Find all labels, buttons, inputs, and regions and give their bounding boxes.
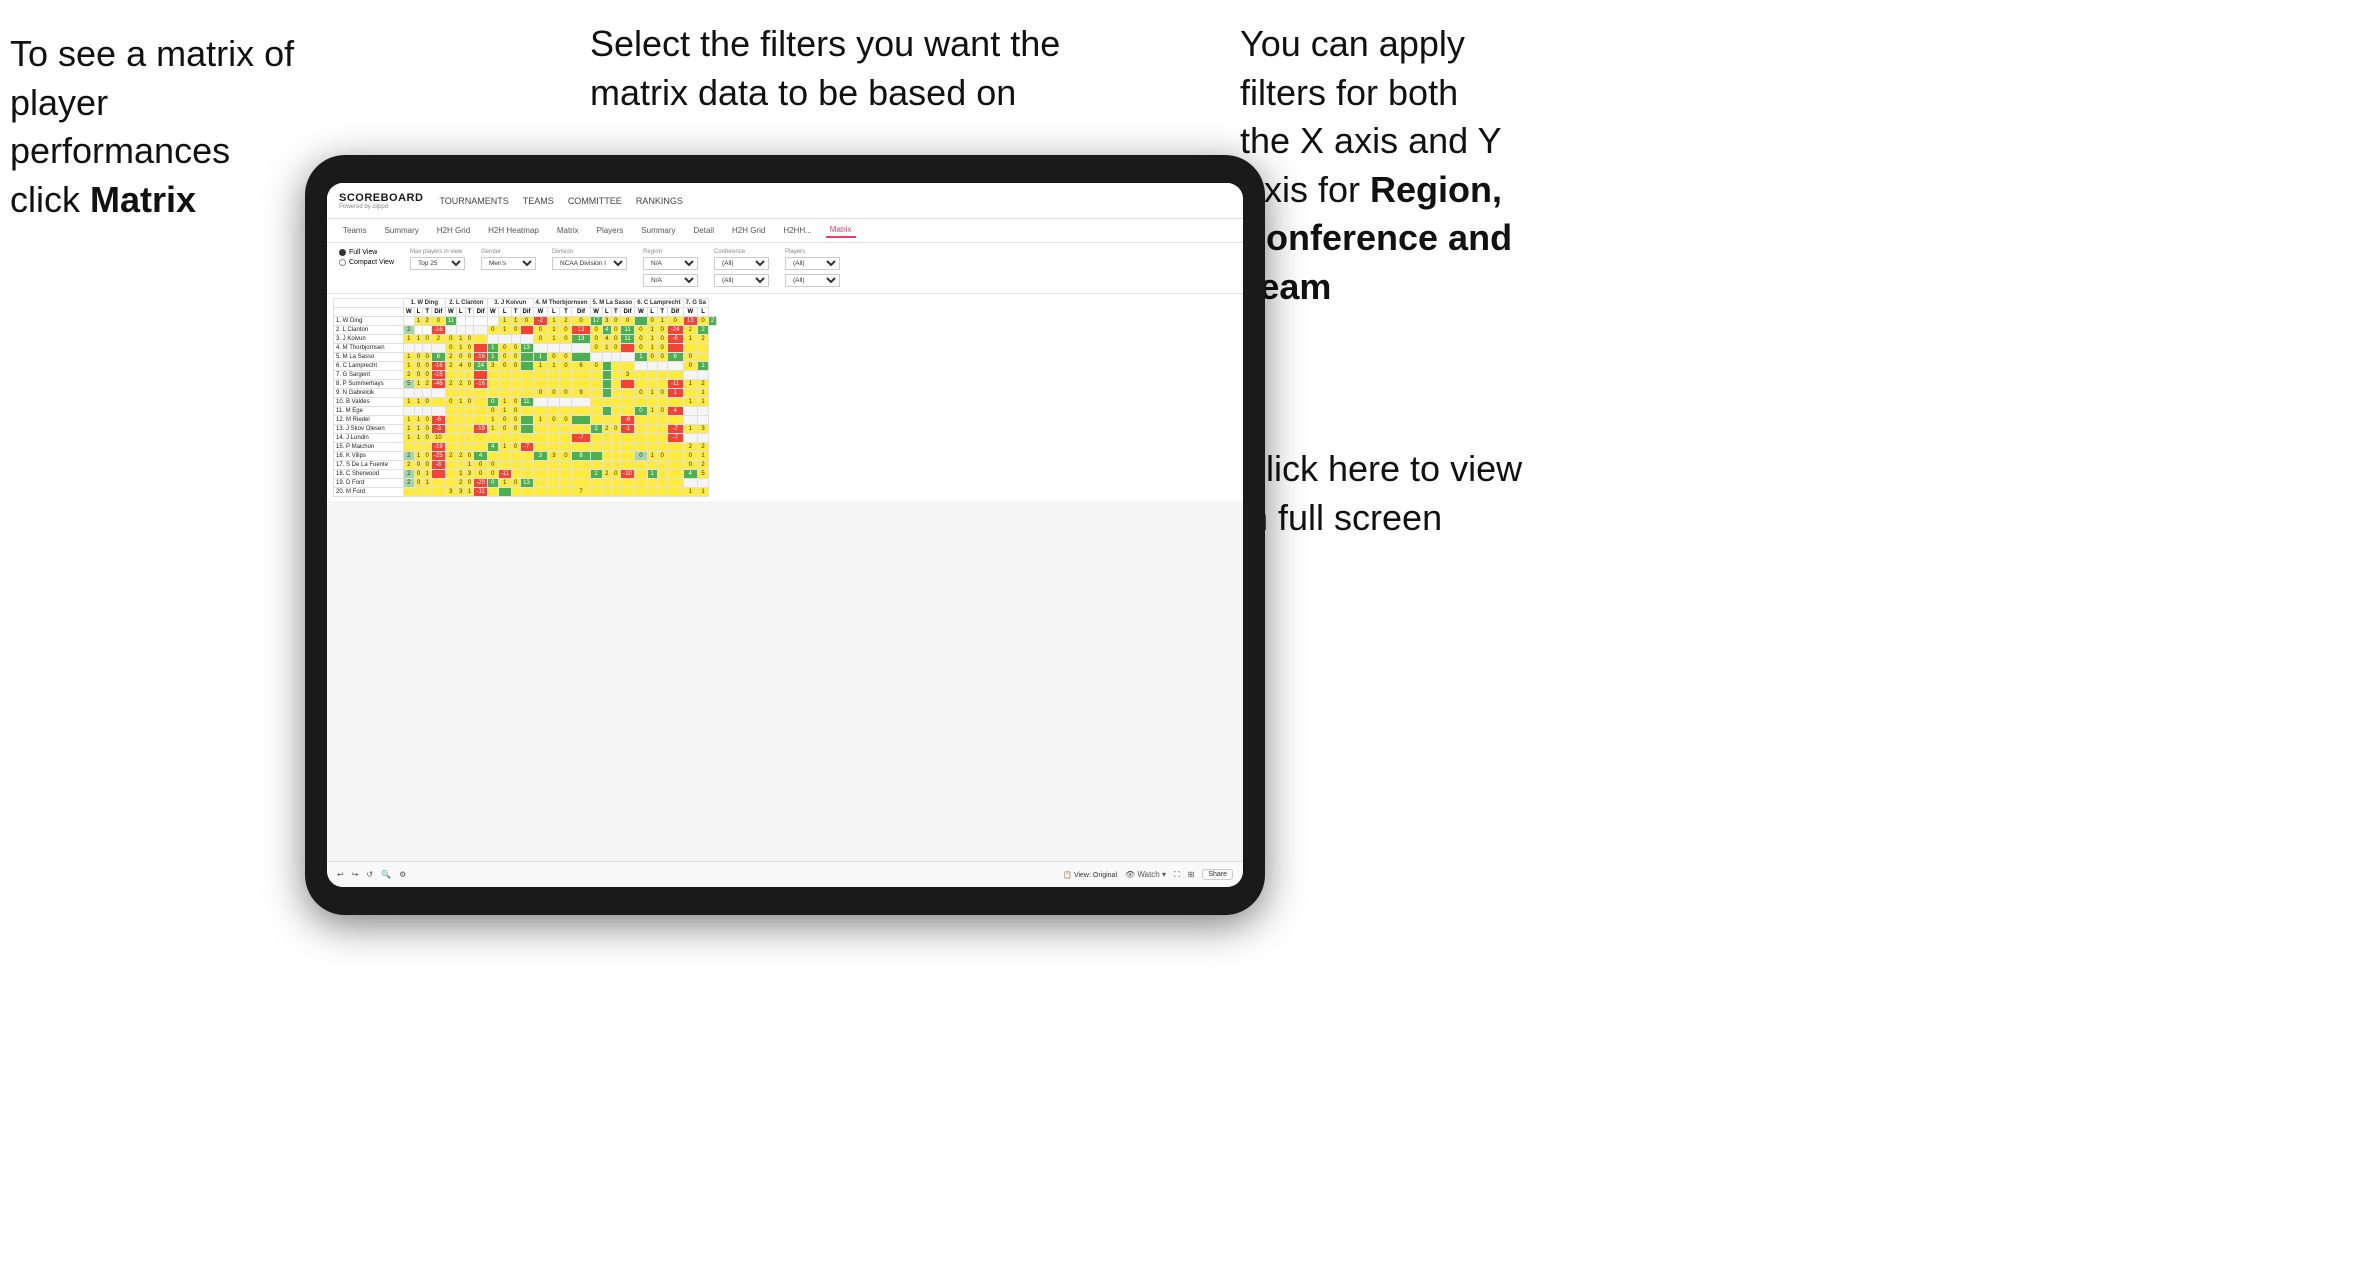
table-row: 19. D Ford20120-2001013 [334, 479, 717, 488]
col-header-7: 7. G Sa [683, 299, 708, 308]
subnav-summary[interactable]: Summary [381, 224, 423, 237]
compact-view-option[interactable]: Compact View [339, 259, 394, 266]
fullscreen-btn[interactable]: ⛶ [1174, 870, 1180, 880]
table-row: 9. N Gabrelcik000901011 [334, 389, 717, 398]
toolbar-search[interactable]: 🔍 [381, 870, 391, 879]
toolbar-undo[interactable]: ↩ [337, 870, 344, 879]
table-row: 17. S De La Fuente200-810002 [334, 461, 717, 470]
main-nav: TOURNAMENTS TEAMS COMMITTEE RANKINGS [439, 196, 682, 206]
region-filter: Region N/A N/A [643, 249, 698, 287]
annotation-topleft: To see a matrix of player performances c… [10, 30, 330, 224]
matrix-scroll[interactable]: 1. W Ding 2. L Clanton 3. J Koivun 4. M … [327, 294, 1243, 861]
table-row: 15. P Maichon-19410-722 [334, 443, 717, 452]
watch-btn[interactable]: 👁 Watch ▾ [1125, 870, 1166, 879]
table-row: 6. C Lamprecht100-16240243001106001 [334, 362, 717, 371]
col-header-3: 3. J Koivun [487, 299, 533, 308]
subnav-teams[interactable]: Teams [339, 224, 371, 237]
share-button[interactable]: Share [1202, 869, 1233, 880]
subnav-summary2[interactable]: Summary [637, 224, 679, 237]
compact-view-radio[interactable] [339, 259, 346, 266]
table-row: 13. J Skov Olesen110-3-19100220-1-713 [334, 425, 717, 434]
region-select[interactable]: N/A [643, 257, 698, 270]
toolbar-refresh[interactable]: ↺ [366, 870, 373, 879]
players-select[interactable]: (All) [785, 257, 840, 270]
division-select[interactable]: NCAA Division I [552, 257, 627, 270]
filter-bar: Full View Compact View Max players in vi… [327, 243, 1243, 294]
app-header: SCOREBOARD Powered by clippd TOURNAMENTS… [327, 183, 1243, 219]
col-header-4: 4. M Thorbjornsen [533, 299, 590, 308]
table-row: 1. W Ding12011110-2120173000101302 [334, 317, 717, 326]
col-header-2: 2. L Clanton [445, 299, 487, 308]
matrix-header-empty [334, 299, 404, 308]
annotation-bottomright: Click here to view in full screen [1240, 445, 1640, 542]
bottom-toolbar: ↩ ↪ ↺ 🔍 ⚙ 📋 View: Original 👁 Watch ▾ ⛶ ⊞… [327, 861, 1243, 887]
toolbar-redo[interactable]: ↪ [352, 870, 359, 879]
tablet-screen: SCOREBOARD Powered by clippd TOURNAMENTS… [327, 183, 1243, 887]
table-row: 10. B Valdes1100100101111 [334, 398, 717, 407]
nav-tournaments[interactable]: TOURNAMENTS [439, 196, 508, 206]
annotation-topcenter: Select the filters you want the matrix d… [590, 20, 1070, 117]
matrix-table: 1. W Ding 2. L Clanton 3. J Koivun 4. M … [333, 298, 717, 497]
matrix-subheader-empty [334, 308, 404, 317]
col-header-5: 5. M La Sasso [590, 299, 635, 308]
players-filter: Players (All) (All) [785, 249, 840, 287]
toolbar-settings[interactable]: ⚙ [399, 870, 406, 879]
subnav-matrix-active[interactable]: Matrix [826, 223, 856, 238]
table-row: 16. K Vilips210-252204330801001 [334, 452, 717, 461]
col-header-6: 6. C Lamprecht [635, 299, 683, 308]
gender-select[interactable]: Men's [481, 257, 536, 270]
region-select2[interactable]: N/A [643, 274, 698, 287]
view-group: Full View Compact View [339, 249, 394, 266]
nav-committee[interactable]: COMMITTEE [568, 196, 622, 206]
matrix-area: 1. W Ding 2. L Clanton 3. J Koivun 4. M … [327, 294, 1243, 501]
table-row: 20. M Ford331-11711 [334, 488, 717, 497]
table-row: 7. G Sargent200-153 [334, 371, 717, 380]
nav-rankings[interactable]: RANKINGS [636, 196, 683, 206]
annotation-topright: You can apply filters for both the X axi… [1240, 20, 1640, 312]
division-filter: Division NCAA Division I [552, 249, 627, 270]
full-view-option[interactable]: Full View [339, 249, 394, 256]
table-row: 2. L Clanton2-160100101304011010-2422 [334, 326, 717, 335]
view-original-label: 📋 View: Original [1063, 871, 1117, 879]
logo: SCOREBOARD Powered by clippd [339, 192, 423, 210]
subnav-matrix[interactable]: Matrix [553, 224, 583, 237]
expand-btn[interactable]: ⊞ [1188, 870, 1195, 879]
players-select2[interactable]: (All) [785, 274, 840, 287]
table-row: 11. M Ege0100104 [334, 407, 717, 416]
max-players-filter: Max players in view Top 25 [410, 249, 465, 270]
table-row: 12. M Riedel110-6100100-6 [334, 416, 717, 425]
full-view-radio[interactable] [339, 249, 346, 256]
sub-nav: Teams Summary H2H Grid H2H Heatmap Matri… [327, 219, 1243, 243]
table-row: 14. J Lundin11010-7-7 [334, 434, 717, 443]
conference-filter: Conference (All) (All) [714, 249, 769, 287]
max-players-select[interactable]: Top 25 [410, 257, 465, 270]
tablet-frame: SCOREBOARD Powered by clippd TOURNAMENTS… [305, 155, 1265, 915]
conference-select2[interactable]: (All) [714, 274, 769, 287]
table-row: 18. C Sherwood2011300-11220-10145 [334, 470, 717, 479]
table-row: 3. J Koivun11020100101304011010-612 [334, 335, 717, 344]
gender-filter: Gender Men's [481, 249, 536, 270]
subnav-h2h-grid2[interactable]: H2H Grid [728, 224, 769, 237]
subnav-h2hh[interactable]: H2HH... [779, 224, 815, 237]
subnav-h2h-heatmap[interactable]: H2H Heatmap [484, 224, 543, 237]
table-row: 8. P Summerhays512-46220-16-1112 [334, 380, 717, 389]
subnav-h2h-grid[interactable]: H2H Grid [433, 224, 474, 237]
table-row: 5. M La Sasso1006200-1610010010060 [334, 353, 717, 362]
conference-select[interactable]: (All) [714, 257, 769, 270]
table-row: 4. M Thorbjornsen01010013010010 [334, 344, 717, 353]
subnav-detail[interactable]: Detail [690, 224, 718, 237]
nav-teams[interactable]: TEAMS [523, 196, 554, 206]
col-header-1: 1. W Ding [404, 299, 446, 308]
subnav-players[interactable]: Players [593, 224, 628, 237]
